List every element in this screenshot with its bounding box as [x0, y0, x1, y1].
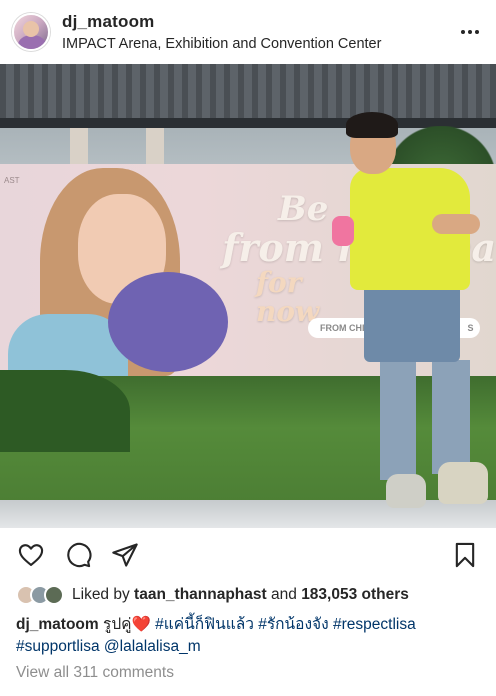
mention[interactable]: @lalalalisa_m: [104, 638, 201, 655]
caption-username[interactable]: dj_matoom: [16, 616, 99, 633]
man-hair: [346, 112, 398, 138]
man-shoe: [386, 474, 426, 508]
likes-row[interactable]: Liked by taan_thannaphast and 183,053 ot…: [16, 582, 409, 608]
ellipsis-icon[interactable]: [458, 20, 482, 44]
hashtag[interactable]: #respectlisa: [333, 616, 416, 633]
avatar[interactable]: [12, 13, 50, 51]
share-icon[interactable]: [110, 540, 140, 570]
man-leg: [432, 360, 470, 474]
avatar: [44, 585, 64, 605]
dot: [475, 30, 479, 34]
liker-avatars: [16, 585, 64, 605]
heart-icon[interactable]: [16, 540, 46, 570]
post-header: dj_matoom IMPACT Arena, Exhibition and C…: [0, 0, 496, 64]
hedge: [0, 370, 130, 452]
man-shorts: [364, 284, 460, 362]
billboard-line1: Be: [278, 189, 329, 229]
dot: [461, 30, 465, 34]
likes-prefix: Liked by: [72, 586, 130, 603]
hashtag[interactable]: #supportlisa: [16, 638, 100, 655]
billboard-pill-tail: S: [467, 323, 474, 333]
heart-emoji-icon: ❤️: [131, 616, 151, 633]
caption: dj_matoom รูปคู่❤️ #แค่นี้ก็ฟินแล้ว #รัก…: [16, 614, 484, 658]
comment-icon[interactable]: [63, 540, 93, 570]
man-arm: [432, 214, 480, 234]
post-photo[interactable]: AST Bee from mea for nowever FROM CHINA …: [0, 64, 496, 528]
dot: [468, 30, 472, 34]
action-bar: [0, 532, 496, 578]
caption-text: รูปคู่: [103, 616, 132, 633]
view-all-comments-link[interactable]: View all 311 comments: [16, 664, 174, 682]
likes-count[interactable]: 183,053 others: [301, 586, 409, 604]
billboard-side-text: AST: [4, 176, 20, 185]
hashtag[interactable]: #รักน้องจัง: [258, 616, 328, 633]
man-leg: [380, 360, 416, 480]
roof: [0, 64, 496, 124]
man-shoe: [438, 462, 488, 504]
user-block: dj_matoom IMPACT Arena, Exhibition and C…: [62, 12, 458, 52]
likes-user[interactable]: taan_thannaphast: [134, 586, 267, 604]
billboard-plush: [108, 272, 228, 372]
hashtag[interactable]: #แค่นี้ก็ฟินแล้ว: [155, 616, 254, 633]
microphone: [332, 216, 354, 246]
post-location[interactable]: IMPACT Arena, Exhibition and Convention …: [62, 36, 458, 52]
post-username[interactable]: dj_matoom: [62, 12, 458, 32]
likes-middle: and: [271, 586, 297, 603]
bookmark-icon[interactable]: [450, 540, 480, 570]
billboard-line3: for now: [256, 265, 320, 328]
